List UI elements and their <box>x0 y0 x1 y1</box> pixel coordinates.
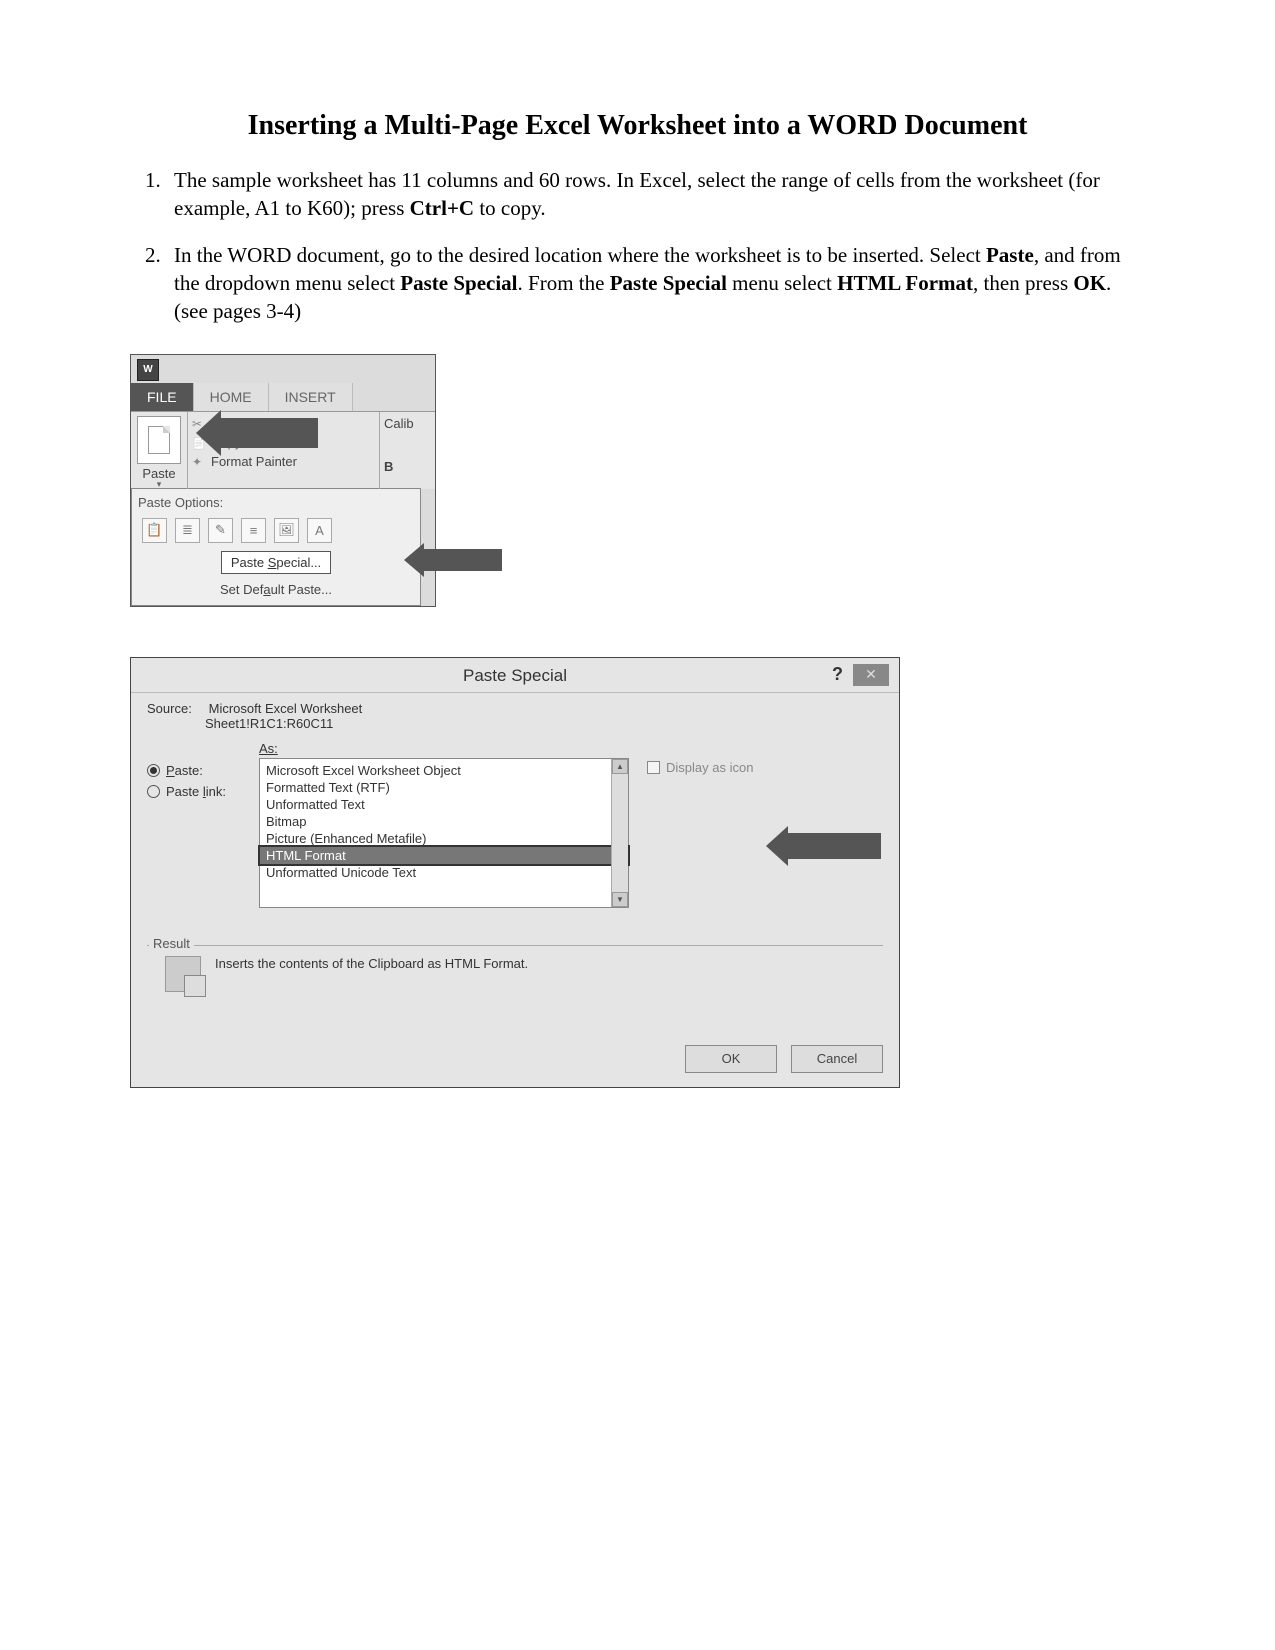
paste-option-icon[interactable]: A <box>307 518 332 543</box>
paste-options-dropdown: Paste Options: 📋 ≣ ✎ ≡ 🖼 A Paste Special… <box>131 488 421 606</box>
list-item[interactable]: Microsoft Excel Worksheet Object <box>266 762 628 779</box>
tab-file[interactable]: FILE <box>131 383 194 411</box>
paste-dropdown-arrow[interactable]: ▾ <box>137 481 181 487</box>
dialog-buttons: OK Cancel <box>131 1037 899 1087</box>
source-value: Microsoft Excel Worksheet <box>209 701 363 716</box>
paste-special-menuitem[interactable]: Paste Special... <box>221 551 331 574</box>
cancel-button[interactable]: Cancel <box>791 1045 883 1073</box>
instruction-list: The sample worksheet has 11 columns and … <box>130 166 1145 326</box>
scroll-up-icon[interactable]: ▲ <box>612 759 628 774</box>
format-painter-label: Format Painter <box>211 454 297 469</box>
paste-option-icons: 📋 ≣ ✎ ≡ 🖼 A <box>138 516 414 549</box>
dialog-title: Paste Special <box>463 666 567 685</box>
paste-option-icon[interactable]: ≡ <box>241 518 266 543</box>
radio-icon <box>147 764 160 777</box>
close-button[interactable]: ✕ <box>853 664 889 686</box>
tab-home[interactable]: HOME <box>194 383 269 411</box>
as-label: As: <box>259 741 883 756</box>
paste-group: Paste ▾ <box>131 412 188 489</box>
result-group: Result Inserts the contents of the Clipb… <box>147 928 883 1025</box>
display-as-icon-label: Display as icon <box>666 760 753 775</box>
help-button[interactable]: ? <box>832 664 843 685</box>
scroll-down-icon[interactable]: ▼ <box>612 892 628 907</box>
paste-option-icon[interactable]: 🖼 <box>274 518 299 543</box>
step-2: In the WORD document, go to the desired … <box>166 241 1145 326</box>
dialog-titlebar: Paste Special ? ✕ <box>131 658 899 693</box>
radio-paste-link[interactable]: Paste link: <box>147 781 251 802</box>
annotation-arrow-icon <box>218 418 318 448</box>
paste-special-row: Paste Special... <box>138 549 414 576</box>
display-as-icon-checkbox[interactable]: Display as icon <box>647 760 883 775</box>
paste-option-icon[interactable]: ✎ <box>208 518 233 543</box>
ribbon-tabs: FILE HOME INSERT <box>131 383 435 412</box>
document-page: Inserting a Multi-Page Excel Worksheet i… <box>0 0 1275 1088</box>
paste-button[interactable] <box>137 416 181 464</box>
checkbox-icon <box>647 761 660 774</box>
source-range: Sheet1!R1C1:R60C11 <box>205 716 883 731</box>
dialog-right-column: Display as icon <box>637 758 883 775</box>
word-app-icon: W <box>137 359 159 381</box>
list-item-selected[interactable]: HTML Format <box>260 847 628 864</box>
ok-button[interactable]: OK <box>685 1045 777 1073</box>
result-text: Inserts the contents of the Clipboard as… <box>215 956 528 971</box>
bold-button[interactable]: B <box>384 459 431 474</box>
clipboard-column: Cut Copy Format Painter <box>188 412 379 489</box>
source-label: Source: <box>147 701 205 716</box>
paste-special-dialog: Paste Special ? ✕ Source: Microsoft Exce… <box>130 657 900 1088</box>
annotation-arrow-icon <box>422 549 502 571</box>
paste-options-header: Paste Options: <box>138 495 414 510</box>
result-legend: Result <box>149 936 194 951</box>
tab-insert[interactable]: INSERT <box>269 383 353 411</box>
radio-icon <box>147 785 160 798</box>
ribbon-body: Paste ▾ Cut Copy Format Painter <box>131 412 435 489</box>
step-1: The sample worksheet has 11 columns and … <box>166 166 1145 223</box>
font-column: Calib B <box>379 412 435 489</box>
radio-paste[interactable]: Paste: <box>147 760 251 781</box>
list-item[interactable]: Bitmap <box>266 813 628 830</box>
list-item[interactable]: Unformatted Text <box>266 796 628 813</box>
brush-icon <box>192 454 206 468</box>
list-item[interactable]: Unformatted Unicode Text <box>266 864 628 881</box>
source-row: Source: Microsoft Excel Worksheet <box>147 701 883 716</box>
set-default-paste-menuitem[interactable]: Set Default Paste... <box>138 576 414 597</box>
format-listbox[interactable]: Microsoft Excel Worksheet Object Formatt… <box>259 758 629 908</box>
annotation-arrow-icon <box>786 833 881 859</box>
font-name[interactable]: Calib <box>384 416 431 431</box>
paste-option-icon[interactable]: 📋 <box>142 518 167 543</box>
scrollbar[interactable]: ▲ ▼ <box>611 759 628 907</box>
radio-group: Paste: Paste link: <box>147 758 251 802</box>
list-item[interactable]: Formatted Text (RTF) <box>266 779 628 796</box>
page-title: Inserting a Multi-Page Excel Worksheet i… <box>130 110 1145 142</box>
result-content: Inserts the contents of the Clipboard as… <box>147 945 883 1025</box>
list-item[interactable]: Picture (Enhanced Metafile) <box>266 830 628 847</box>
paste-icon <box>148 426 170 454</box>
word-ribbon-screenshot: W FILE HOME INSERT Paste ▾ Cut C <box>130 354 436 607</box>
paste-option-icon[interactable]: ≣ <box>175 518 200 543</box>
clipboard-result-icon <box>165 956 201 992</box>
